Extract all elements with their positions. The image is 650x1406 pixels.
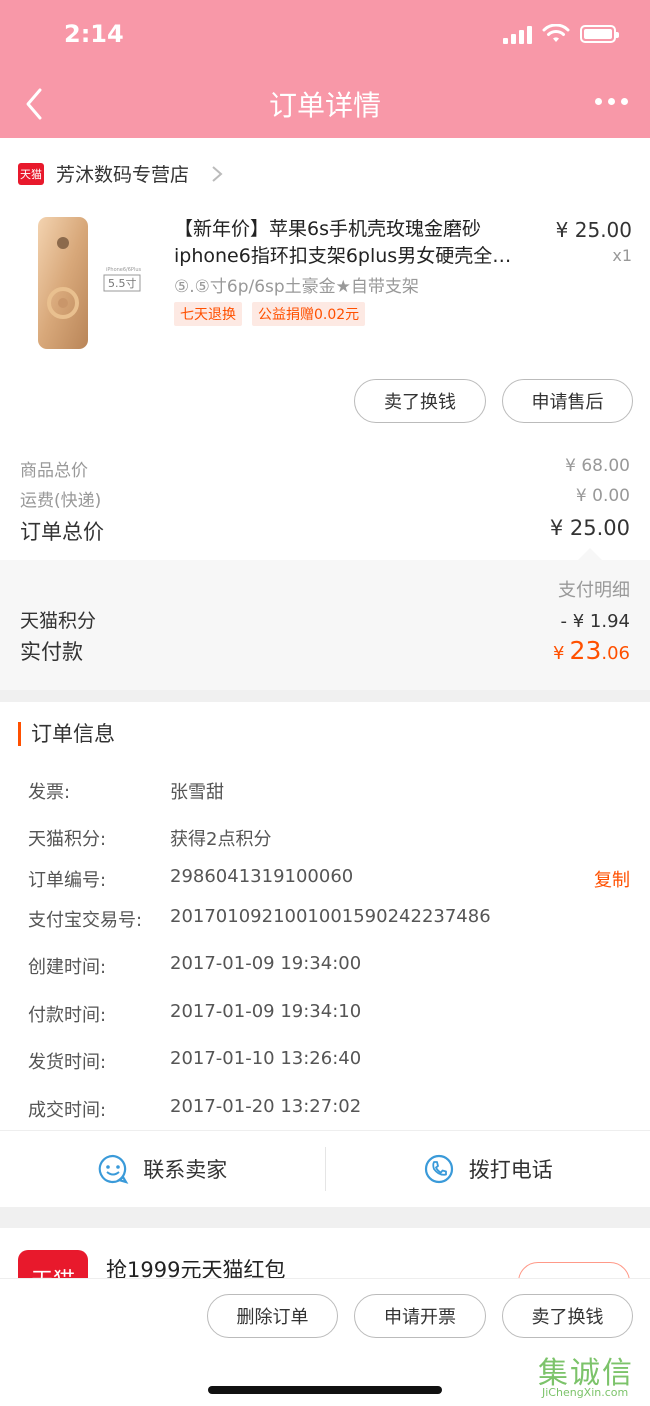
battery-icon bbox=[580, 25, 619, 43]
call-button[interactable]: 拨打电话 bbox=[326, 1131, 650, 1207]
wifi-icon bbox=[542, 24, 570, 42]
more-options-icon[interactable] bbox=[595, 98, 628, 105]
caret-up-icon bbox=[578, 548, 602, 560]
actual-paid-label: 实付款 bbox=[20, 640, 83, 664]
shop-link[interactable]: 天猫 芳沐数码专营店 bbox=[18, 160, 223, 187]
order-total-value: ¥ 25.00 bbox=[549, 516, 630, 540]
contact-seller-label: 联系卖家 bbox=[143, 1158, 228, 1182]
call-label: 拨打电话 bbox=[468, 1158, 553, 1182]
actual-paid-value: ¥ 23.06 bbox=[553, 636, 630, 665]
phone-icon bbox=[424, 1154, 453, 1184]
chevron-right-icon bbox=[212, 165, 223, 182]
app-header: 2:14 订单详情 bbox=[0, 0, 650, 138]
goods-total-row: 商品总价 ¥ 68.00 bbox=[20, 456, 630, 481]
sell-for-cash-bottom-button[interactable]: 卖了换钱 bbox=[502, 1294, 633, 1338]
info-row-invoice: 发票: 张雪甜 bbox=[28, 782, 224, 803]
info-row-order-number: 订单编号: 2986041319100060 bbox=[28, 866, 354, 891]
page-title: 订单详情 bbox=[268, 89, 381, 122]
product-sku: ⑤.⑤寸6p/6sp土豪金★自带支架 bbox=[174, 277, 419, 297]
price-summary: 商品总价 ¥ 68.00 运费(快递) ¥ 0.00 订单总价 ¥ 25.00 bbox=[0, 445, 650, 560]
chat-bubble-icon bbox=[98, 1154, 129, 1184]
home-indicator[interactable] bbox=[208, 1386, 442, 1394]
goods-total-label: 商品总价 bbox=[20, 461, 88, 481]
status-time: 2:14 bbox=[64, 20, 124, 48]
shipping-value: ¥ 0.00 bbox=[575, 486, 630, 506]
sell-for-cash-button[interactable]: 卖了换钱 bbox=[354, 379, 486, 423]
tag-charity: 公益捐赠0.02元 bbox=[252, 302, 366, 326]
signal-icon bbox=[503, 24, 532, 44]
service-tags: 七天退换 公益捐赠0.02元 bbox=[174, 302, 366, 326]
product-price: ¥ 25.00 bbox=[555, 218, 632, 242]
delete-order-button[interactable]: 删除订单 bbox=[207, 1294, 338, 1338]
points-row: 天猫积分 - ¥ 1.94 bbox=[20, 606, 630, 633]
actual-paid-row: 实付款 ¥ 23.06 bbox=[20, 636, 630, 666]
order-info-title: 订单信息 bbox=[18, 722, 115, 746]
contact-bar: 联系卖家 拨打电话 bbox=[0, 1130, 650, 1207]
payment-detail-label: 支付明细 bbox=[558, 580, 630, 601]
tag-return: 七天退换 bbox=[174, 302, 242, 326]
points-label: 天猫积分 bbox=[20, 610, 97, 632]
bottom-action-bar: 删除订单 申请开票 卖了换钱 集诚信 JiChengXin.com bbox=[0, 1278, 650, 1406]
payment-detail: 支付明细 天猫积分 - ¥ 1.94 实付款 ¥ 23.06 bbox=[0, 560, 650, 690]
shop-name: 芳沐数码专营店 bbox=[56, 164, 190, 186]
copy-order-number-link[interactable]: 复制 bbox=[594, 866, 630, 892]
status-icons bbox=[503, 24, 619, 44]
product-quantity: x1 bbox=[612, 246, 632, 265]
shipping-row: 运费(快递) ¥ 0.00 bbox=[20, 486, 630, 511]
order-total-row: 订单总价 ¥ 25.00 bbox=[20, 516, 630, 546]
contact-seller-button[interactable]: 联系卖家 bbox=[0, 1131, 325, 1207]
info-row-points: 天猫积分: 获得2点积分 bbox=[28, 829, 272, 850]
shipping-label: 运费(快递) bbox=[20, 491, 102, 511]
watermark: 集诚信 JiChengXin.com bbox=[538, 1356, 634, 1399]
info-row-created: 创建时间: 2017-01-09 19:34:00 bbox=[28, 953, 362, 978]
info-row-alipay: 支付宝交易号: 2017010921001001590242237486 bbox=[28, 906, 491, 931]
goods-total-value: ¥ 68.00 bbox=[565, 456, 630, 476]
svg-text:5.5寸: 5.5寸 bbox=[108, 276, 137, 290]
order-info-section: 订单信息 发票: 张雪甜 天猫积分: 获得2点积分 订单编号: 29860413… bbox=[0, 702, 650, 1207]
info-row-completed: 成交时间: 2017-01-20 13:27:02 bbox=[28, 1096, 362, 1121]
points-value: - ¥ 1.94 bbox=[560, 611, 630, 632]
product-title[interactable]: 【新年价】苹果6s手机壳玫瑰金磨砂iphone6指环扣支架6plus男女硬壳全… bbox=[174, 216, 544, 270]
svg-text:iPhone6/6Plus: iPhone6/6Plus bbox=[106, 267, 141, 273]
product-image[interactable]: iPhone6/6Plus 5.5寸 bbox=[20, 213, 150, 353]
request-aftersale-button[interactable]: 申请售后 bbox=[502, 379, 633, 423]
tmall-badge-icon: 天猫 bbox=[18, 162, 44, 185]
info-row-shipped: 发货时间: 2017-01-10 13:26:40 bbox=[28, 1048, 362, 1073]
info-row-paid: 付款时间: 2017-01-09 19:34:10 bbox=[28, 1001, 362, 1026]
order-total-label: 订单总价 bbox=[20, 520, 104, 544]
request-invoice-button[interactable]: 申请开票 bbox=[354, 1294, 486, 1338]
